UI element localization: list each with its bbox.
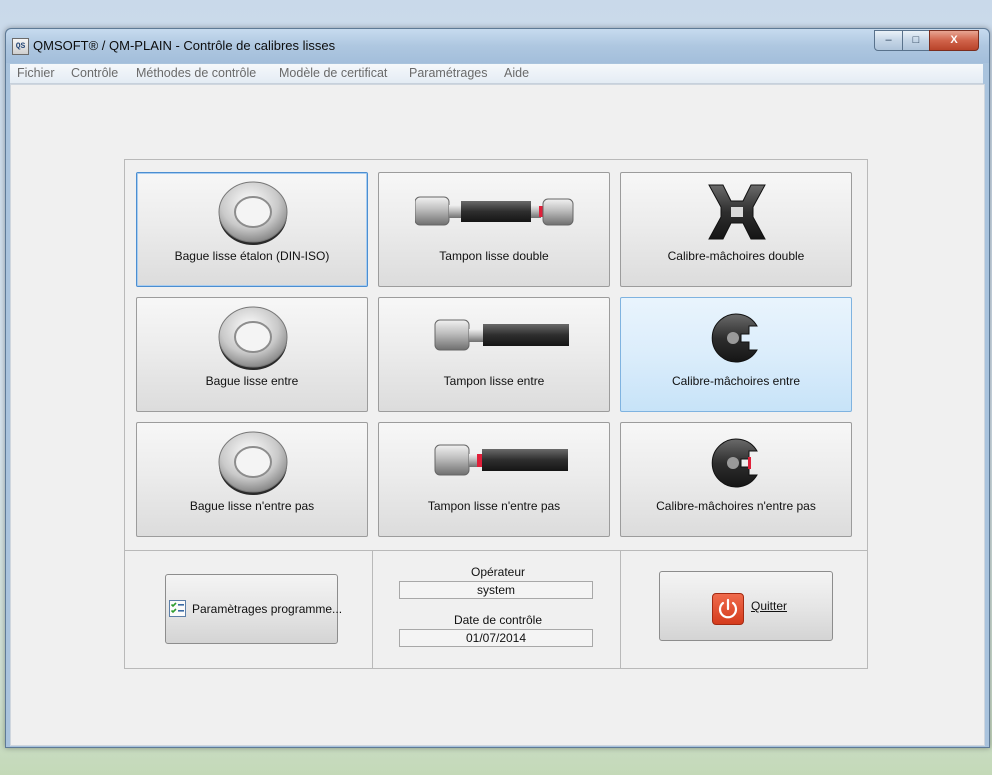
tile-tampon-lisse-double[interactable]: Tampon lisse double xyxy=(378,172,610,287)
panel-divider xyxy=(372,550,373,668)
close-button[interactable]: X xyxy=(929,30,979,51)
tile-calibre-machoires-entre[interactable]: Calibre-mâchoires entre xyxy=(620,297,852,412)
ring-gauge-icon xyxy=(218,181,288,245)
tile-label: Calibre-mâchoires n'entre pas xyxy=(656,499,816,513)
tile-label: Calibre-mâchoires entre xyxy=(671,374,801,388)
control-date-field[interactable]: 01/07/2014 xyxy=(399,629,593,647)
double-snap-gauge-icon xyxy=(708,184,766,240)
client-area: Bague lisse étalon (DIN-ISO) Tampon liss… xyxy=(10,84,985,746)
tile-label: Bague lisse étalon (DIN-ISO) xyxy=(174,249,330,263)
app-window: QS QMSOFT® / QM-PLAIN - Contrôle de cali… xyxy=(5,28,990,748)
ring-gauge-icon xyxy=(218,431,288,495)
tile-calibre-machoires-nentre-pas[interactable]: Calibre-mâchoires n'entre pas xyxy=(620,422,852,537)
tile-label: Tampon lisse double xyxy=(439,249,549,263)
menu-methodes-de-controle[interactable]: Méthodes de contrôle xyxy=(136,66,256,80)
tile-label: Calibre-mâchoires double xyxy=(667,249,805,263)
menu-fichier[interactable]: Fichier xyxy=(17,66,55,80)
power-icon xyxy=(712,593,744,625)
checklist-icon xyxy=(169,600,186,617)
tile-bague-lisse-etalon[interactable]: Bague lisse étalon (DIN-ISO) xyxy=(136,172,368,287)
quit-label: Quitter xyxy=(751,599,788,613)
snap-gauge-nogo-icon xyxy=(711,438,758,488)
ring-gauge-icon xyxy=(218,306,288,370)
settings-program-button[interactable]: Paramètrages programme... xyxy=(165,574,342,644)
tile-tampon-lisse-nentre-pas[interactable]: Tampon lisse n'entre pas xyxy=(378,422,610,537)
menu-bar: Fichier Contrôle Méthodes de contrôle Mo… xyxy=(10,64,983,84)
quit-button[interactable]: Quitter xyxy=(659,571,833,641)
panel-divider xyxy=(125,550,867,551)
menu-controle[interactable]: Contrôle xyxy=(71,66,118,80)
double-plug-gauge-icon xyxy=(415,196,574,226)
tile-label: Tampon lisse n'entre pas xyxy=(427,499,561,513)
app-icon: QS xyxy=(12,38,29,55)
plug-gauge-go-icon xyxy=(434,319,569,351)
gauge-panel: Bague lisse étalon (DIN-ISO) Tampon liss… xyxy=(124,159,868,669)
operator-field[interactable]: system xyxy=(399,581,593,599)
tile-tampon-lisse-entre[interactable]: Tampon lisse entre xyxy=(378,297,610,412)
control-date-label: Date de contrôle xyxy=(453,613,543,627)
menu-parametrages[interactable]: Paramétrages xyxy=(409,66,488,80)
maximize-button[interactable]: □ xyxy=(902,30,930,51)
window-title: QMSOFT® / QM-PLAIN - Contrôle de calibre… xyxy=(33,38,336,53)
snap-gauge-go-icon xyxy=(711,313,758,363)
operator-label: Opérateur xyxy=(470,565,526,579)
tile-label: Bague lisse entre xyxy=(205,374,299,388)
minimize-button[interactable]: – xyxy=(874,30,903,51)
tile-calibre-machoires-double[interactable]: Calibre-mâchoires double xyxy=(620,172,852,287)
tile-label: Bague lisse n'entre pas xyxy=(189,499,315,513)
menu-modele-de-certificat[interactable]: Modèle de certificat xyxy=(279,66,387,80)
settings-program-label: Paramètrages programme... xyxy=(192,602,343,616)
menu-aide[interactable]: Aide xyxy=(504,66,529,80)
plug-gauge-nogo-icon xyxy=(434,444,568,476)
tile-bague-lisse-entre[interactable]: Bague lisse entre xyxy=(136,297,368,412)
title-bar[interactable]: QS QMSOFT® / QM-PLAIN - Contrôle de cali… xyxy=(6,29,989,63)
tile-bague-lisse-nentre-pas[interactable]: Bague lisse n'entre pas xyxy=(136,422,368,537)
tile-label: Tampon lisse entre xyxy=(443,374,545,388)
